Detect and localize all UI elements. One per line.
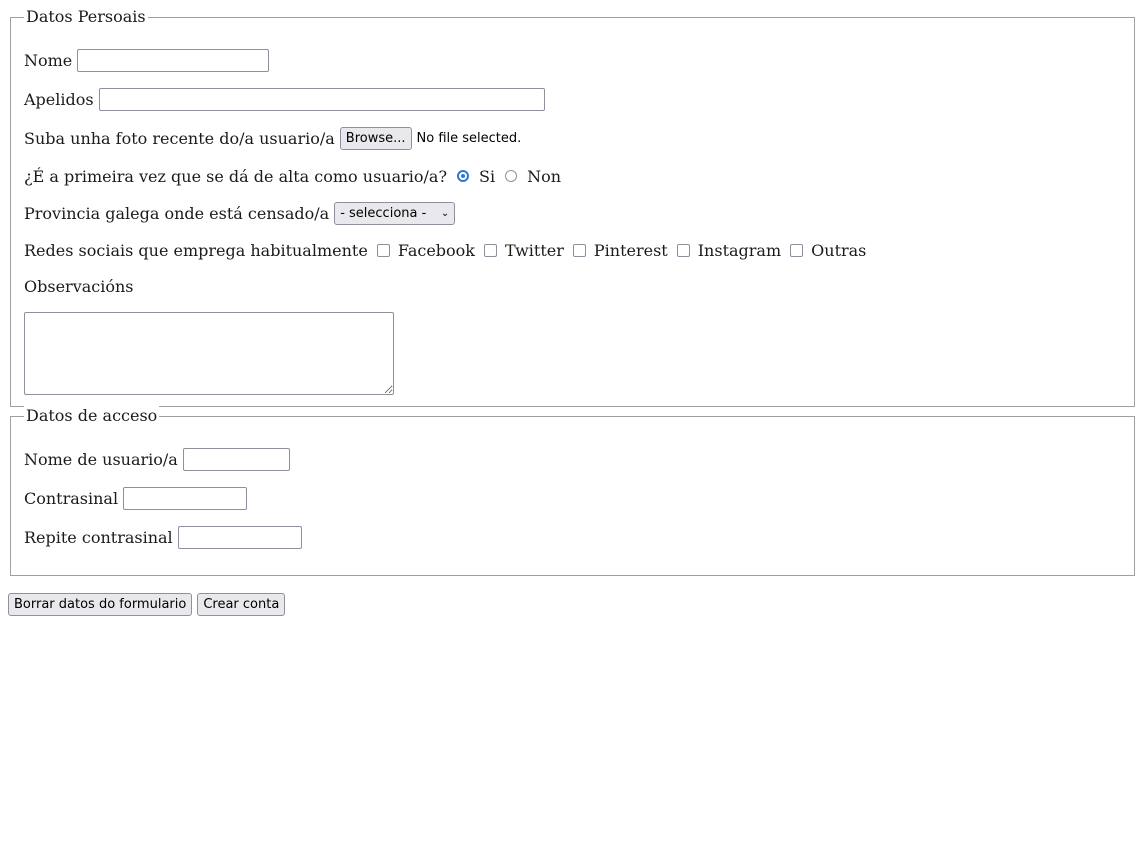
submit-button[interactable]: Crear conta bbox=[197, 593, 286, 616]
usuario-label: Nome de usuario/a bbox=[24, 449, 178, 469]
provincia-label: Provincia galega onde está censado/a bbox=[24, 203, 330, 223]
checkbox-label: Twitter bbox=[505, 240, 564, 260]
checkbox-pinterest[interactable] bbox=[572, 243, 586, 257]
checkbox-label: Facebook bbox=[397, 240, 475, 260]
redes-label: Redes sociais que emprega habitualmente bbox=[24, 240, 368, 260]
personal-data-fieldset: Datos Persoais Nome Apelidos Suba unha f… bbox=[10, 7, 1135, 407]
foto-label: Suba unha foto recente do/a usuario/a bbox=[24, 128, 335, 148]
browse-button[interactable]: Browse... bbox=[339, 126, 412, 150]
apelidos-label: Apelidos bbox=[24, 89, 94, 109]
repite-contrasinal-input[interactable] bbox=[177, 525, 302, 549]
radio-non-label: Non bbox=[527, 166, 562, 186]
access-data-fieldset: Datos de acceso Nome de usuario/a Contra… bbox=[10, 406, 1135, 576]
contrasinal-input[interactable] bbox=[123, 486, 248, 510]
apelidos-input[interactable] bbox=[98, 87, 545, 111]
access-data-legend: Datos de acceso bbox=[24, 406, 160, 426]
radio-non[interactable] bbox=[505, 170, 518, 182]
usuario-input[interactable] bbox=[182, 447, 290, 471]
checkbox-outras[interactable] bbox=[790, 243, 804, 257]
observacions-textarea[interactable] bbox=[24, 312, 394, 395]
provincia-value: - selecciona - bbox=[340, 205, 427, 221]
radio-si-label: Si bbox=[479, 166, 496, 186]
primeira-label: ¿É a primeira vez que se dá de alta como… bbox=[24, 166, 448, 186]
reset-button[interactable]: Borrar datos do formulario bbox=[8, 593, 193, 616]
checkbox-label: Pinterest bbox=[593, 240, 668, 260]
nome-input[interactable] bbox=[77, 48, 270, 72]
checkbox-label: Instagram bbox=[697, 240, 782, 260]
contrasinal-label: Contrasinal bbox=[24, 488, 119, 508]
radio-si[interactable] bbox=[457, 170, 470, 182]
observacions-label: Observacións bbox=[24, 276, 134, 296]
checkbox-twitter[interactable] bbox=[484, 243, 497, 257]
provincia-select[interactable]: - selecciona - ⌄ bbox=[334, 201, 456, 225]
repite-label: Repite contrasinal bbox=[24, 527, 173, 547]
file-status: No file selected. bbox=[416, 130, 522, 146]
checkbox-label: Outras bbox=[811, 240, 867, 260]
personal-data-legend: Datos Persoais bbox=[24, 7, 148, 27]
checkbox-facebook[interactable] bbox=[376, 243, 390, 257]
nome-label: Nome bbox=[24, 50, 73, 70]
chevron-down-icon: ⌄ bbox=[440, 207, 450, 219]
checkbox-instagram[interactable] bbox=[676, 243, 690, 257]
